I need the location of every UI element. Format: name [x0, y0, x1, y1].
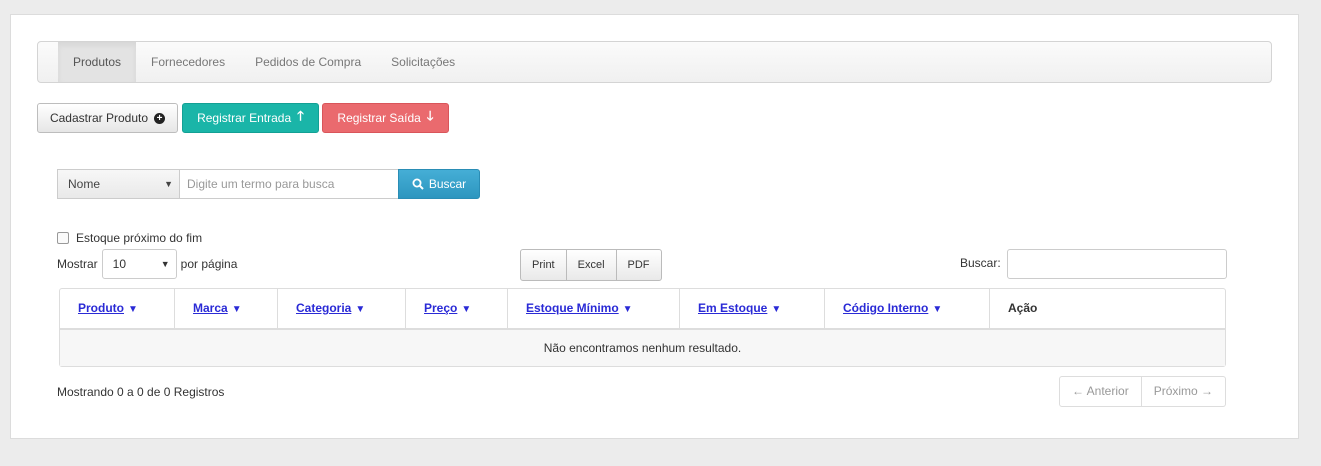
excel-button[interactable]: Excel	[565, 249, 617, 281]
tab-solicitacoes[interactable]: Solicitações	[376, 42, 470, 82]
column-header-label: Preço	[424, 301, 458, 315]
column-header-produto[interactable]: Produto ▼	[60, 289, 175, 328]
column-header-label: Produto	[78, 301, 124, 315]
pagination: ← Anterior Próximo →	[1059, 376, 1227, 407]
tab-produtos[interactable]: Produtos	[58, 42, 137, 82]
page-length-select[interactable]: 10 ▼	[101, 249, 177, 279]
export-button-group: Print Excel PDF	[520, 249, 662, 281]
sort-down-icon: ▼	[355, 304, 366, 315]
search-field-select[interactable]: Nome ▼	[57, 169, 179, 199]
sort-down-icon: ▼	[461, 304, 472, 315]
sort-down-icon: ▼	[932, 304, 943, 315]
arrow-up-icon: 🡑	[297, 108, 304, 123]
plus-circle-icon: +	[154, 112, 166, 124]
table-filter-input[interactable]	[1007, 249, 1227, 279]
column-header-categoria[interactable]: Categoria ▼	[278, 289, 406, 328]
register-product-label: Cadastrar Produto	[49, 111, 149, 125]
sort-down-icon: ▼	[622, 304, 633, 315]
register-entry-button[interactable]: Registrar Entrada 🡑	[182, 103, 319, 133]
search-icon	[412, 178, 424, 190]
page-length-value: 10	[112, 257, 127, 271]
next-page-button[interactable]: Próximo →	[1141, 376, 1227, 407]
low-stock-filter: Estoque próximo do fim	[57, 231, 202, 245]
register-entry-label: Registrar Entrada	[197, 111, 292, 125]
register-exit-label: Registrar Saída	[337, 111, 421, 125]
sort-down-icon: ▼	[231, 304, 242, 315]
register-exit-button[interactable]: Registrar Saída 🡓	[322, 103, 449, 133]
table-header: Produto ▼ Marca ▼ Categoria ▼ Preço ▼ Estoqu…	[60, 289, 1225, 330]
column-header-label: Em Estoque	[698, 301, 768, 315]
show-label: Mostrar	[57, 257, 98, 271]
caret-down-icon: ▼	[164, 179, 173, 189]
sort-down-icon: ▼	[771, 304, 782, 315]
print-button[interactable]: Print	[520, 249, 567, 281]
column-header-label: Categoria	[296, 301, 352, 315]
caret-down-icon: ▼	[160, 259, 170, 269]
per-page-label: por página	[180, 257, 238, 271]
column-header-marca[interactable]: Marca ▼	[175, 289, 278, 328]
empty-table-message: Não encontramos nenhum resultado.	[60, 330, 1225, 366]
table-info: Mostrando 0 a 0 de 0 Registros	[57, 385, 225, 399]
column-header-estoque-minimo[interactable]: Estoque Mínimo ▼	[508, 289, 680, 328]
search-field-value: Nome	[68, 177, 101, 191]
search-button-label: Buscar	[428, 177, 467, 191]
column-header-preco[interactable]: Preço ▼	[406, 289, 508, 328]
products-table: Produto ▼ Marca ▼ Categoria ▼ Preço ▼ Estoqu…	[59, 288, 1226, 367]
column-header-acao: Ação	[1008, 301, 1038, 315]
arrow-down-icon: 🡓	[426, 108, 434, 123]
search-button[interactable]: Buscar	[398, 169, 480, 199]
search-input[interactable]: Digite um termo para busca	[179, 169, 399, 199]
main-panel: Produtos Fornecedores Pedidos de Compra …	[10, 14, 1299, 439]
column-header-label: Estoque Mínimo	[526, 301, 619, 315]
pdf-button[interactable]: PDF	[615, 249, 662, 281]
tab-bar: Produtos Fornecedores Pedidos de Compra …	[37, 41, 1272, 83]
tab-fornecedores[interactable]: Fornecedores	[136, 42, 240, 82]
page-length-control: Mostrar 10 ▼ por página	[57, 249, 237, 279]
sort-down-icon: ▼	[128, 304, 138, 315]
column-header-label: Marca	[193, 301, 228, 315]
column-header-em-estoque[interactable]: Em Estoque ▼	[680, 289, 825, 328]
table-filter-label: Buscar:	[960, 256, 1001, 270]
low-stock-label: Estoque próximo do fim	[76, 231, 203, 245]
tab-pedidos-de-compra[interactable]: Pedidos de Compra	[240, 42, 376, 82]
register-product-button[interactable]: Cadastrar Produto +	[37, 103, 178, 133]
previous-page-button[interactable]: ← Anterior	[1059, 376, 1142, 407]
column-header-codigo-interno[interactable]: Código Interno ▼	[825, 289, 990, 328]
low-stock-checkbox[interactable]	[57, 232, 69, 244]
column-header-label: Código Interno	[843, 301, 929, 315]
